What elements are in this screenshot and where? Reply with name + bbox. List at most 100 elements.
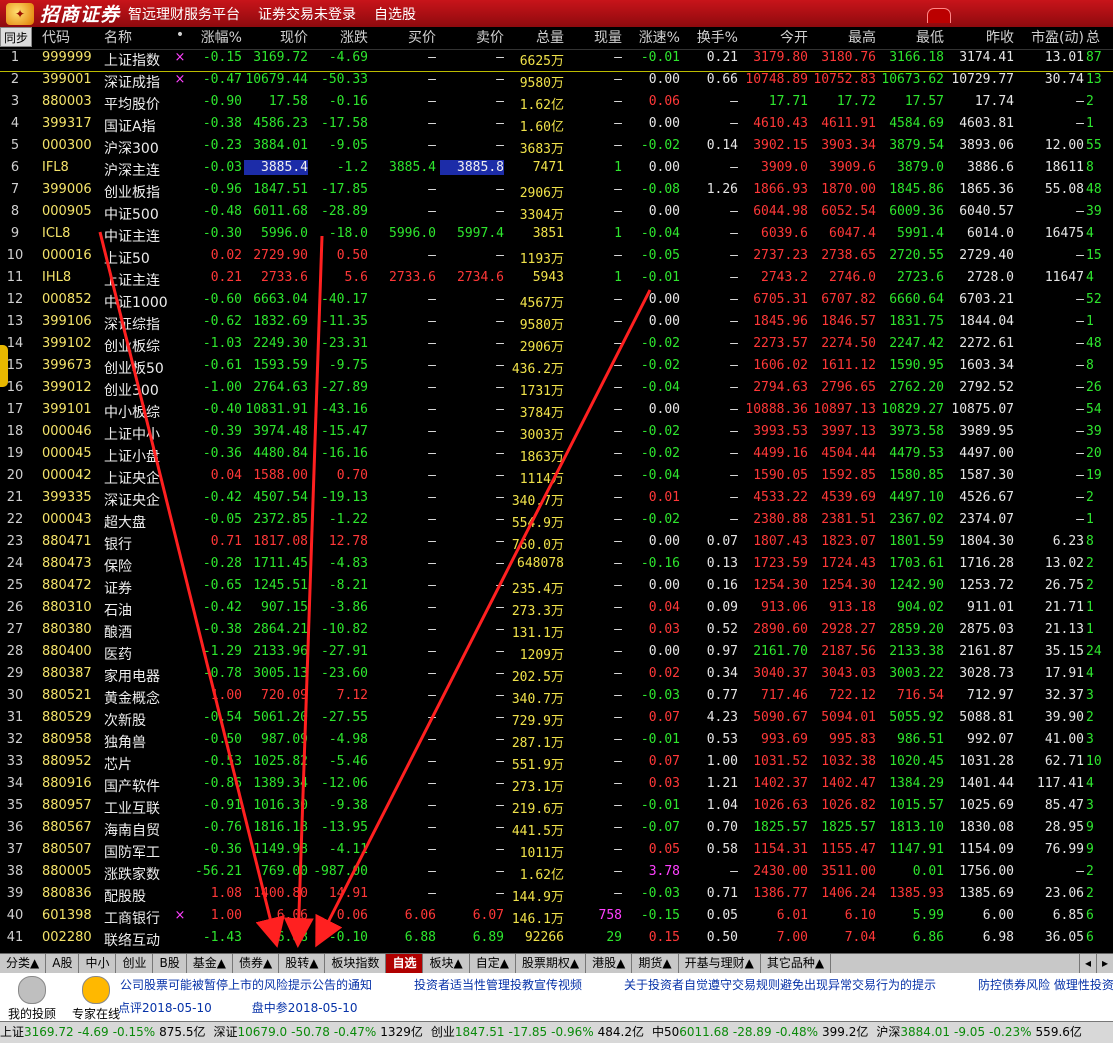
news-link[interactable]: 关于投资者自觉遵守交易规则避免出现异常交易行为的提示 [624, 978, 936, 992]
table-row[interactable]: 4 399317 国证A指 -0.38 4586.23 -17.58– –1.60亿 –0.0… [0, 116, 1113, 138]
column-header[interactable]: 换手% [682, 27, 738, 47]
column-header[interactable]: 昨收 [946, 27, 1014, 47]
cell: 19 [1086, 468, 1102, 483]
dropdown-icon[interactable] [927, 8, 951, 23]
table-row[interactable]: 13 399106 深证综指 -0.62 1832.69 -11.35– –9580万 –0.… [0, 314, 1113, 336]
category-tab-bar: 分类▲ A股 中小 创业 B股 基金▲ 债券▲ 股转▲ 板块指数 自选 板块▲ 自定▲ 股票期权▲ 港股▲… [0, 953, 1113, 974]
news-link[interactable]: 公司股票可能被暂停上市的风险提示公告的通知 [120, 978, 372, 992]
column-header[interactable]: 现价 [244, 27, 308, 47]
status-index[interactable]: 中506011.68 -28.89 -0.48% 399.2亿 [652, 1025, 872, 1039]
tab-item[interactable]: 分类▲ [0, 954, 47, 974]
tab-item[interactable]: 板块▲ [423, 954, 470, 974]
table-row[interactable]: 41 002280 联络互动 -1.43 6.88 -0.10 6.88 6.89 92266 2… [0, 930, 1113, 950]
table-row[interactable]: 2 399001 深证成指 × -0.47 10679.44 -50.33– –9580万 –0… [0, 72, 1113, 94]
tab-item[interactable]: 开基与理财▲ [679, 954, 761, 974]
status-index[interactable]: 上证3169.72 -4.69 -0.15% 875.5亿 [0, 1025, 210, 1039]
column-header[interactable]: 涨幅% [190, 27, 242, 47]
tab-scroll-right-icon[interactable]: ▸ [1096, 954, 1113, 974]
tab-item[interactable]: 股票期权▲ [516, 954, 587, 974]
column-header[interactable]: 卖价 [440, 27, 504, 47]
table-row[interactable]: 21 399335 深证央企 -0.42 4507.54 -19.13– –340.7万 –0… [0, 490, 1113, 512]
tab-item[interactable]: 港股▲ [586, 954, 633, 974]
cell: 436.2万 [511, 362, 564, 377]
cell: 5090.67 [753, 710, 808, 725]
column-header[interactable]: 买价 [370, 27, 436, 47]
table-row[interactable]: 28 880400 医药 -1.29 2133.96 -27.91– –1209万 –0.00… [0, 644, 1113, 666]
table-row[interactable]: 24 880473 保险 -0.28 1711.45 -4.83– –648078– -0.1… [0, 556, 1113, 578]
status-index[interactable]: 深证10679.0 -50.78 -0.47% 1329亿 [214, 1025, 427, 1039]
menu-watchlist[interactable]: 自选股 [374, 4, 416, 24]
column-header[interactable]: 最低 [876, 27, 944, 47]
tab-item[interactable]: 期货▲ [632, 954, 679, 974]
table-row[interactable]: 10 000016 上证50 0.02 2729.90 0.50– –1193万 – -0.05… [0, 248, 1113, 270]
tab-item[interactable]: 自定▲ [470, 954, 516, 974]
column-header[interactable]: 最高 [810, 27, 876, 47]
table-row[interactable]: 26 880310 石油 -0.42 907.15 -3.86– –273.3万 –0.04 0… [0, 600, 1113, 622]
table-row[interactable]: 9 ICL8 中证主连 -0.30 5996.0 -18.0 5996.0 5997.4 385… [0, 226, 1113, 248]
table-row[interactable]: 14 399102 创业板综 -1.03 2249.30 -23.31– –2906万 – -0… [0, 336, 1113, 358]
table-row[interactable]: 38 880005 涨跌家数 -56.21 769.00 -987.00– –1.62亿 –3… [0, 864, 1113, 886]
news-link[interactable]: 防控债券风险 做理性投资 [978, 978, 1113, 992]
table-row[interactable]: 33 880952 芯片 -0.53 1025.82 -5.46– –551.9万 –0.07… [0, 754, 1113, 776]
table-row[interactable]: 30 880521 黄金概念 1.00 720.09 7.12– –340.7万 – -0.03… [0, 688, 1113, 710]
status-index[interactable]: 创业1847.51 -17.85 -0.96% 484.2亿 [431, 1025, 648, 1039]
table-row[interactable]: 27 880380 酿酒 -0.38 2864.21 -10.82– –131.1万 –0.0… [0, 622, 1113, 644]
review-link[interactable]: 点评2018-05-10 [118, 1001, 212, 1015]
review-link[interactable]: 盘中参2018-05-10 [252, 1001, 358, 1015]
table-row[interactable]: 19 000045 上证小盘 -0.36 4480.84 -16.16– –1863万 – -0… [0, 446, 1113, 468]
column-header[interactable]: 今开 [740, 27, 808, 47]
panel-expand-icon[interactable] [0, 345, 8, 387]
table-row[interactable]: 7 399006 创业板指 -0.96 1847.51 -17.85– –2906万 – -0.… [0, 182, 1113, 204]
tab-item[interactable]: 创业 [116, 954, 154, 974]
column-header[interactable]: 总量 [506, 27, 564, 47]
table-row[interactable]: 31 880529 次新股 -0.54 5061.20 -27.55– –729.9万 –0.… [0, 710, 1113, 732]
tab-item[interactable]: 债券▲ [233, 954, 280, 974]
table-row[interactable]: 29 880387 家用电器 -0.78 3005.13 -23.60– –202.5万 –0… [0, 666, 1113, 688]
column-header[interactable]: 总 [1086, 27, 1113, 47]
column-header[interactable]: 市盈(动) [1016, 27, 1084, 47]
menu-trade-login[interactable]: 证券交易未登录 [258, 4, 356, 24]
tab-scroll-left-icon[interactable]: ◂ [1079, 954, 1096, 974]
table-row[interactable]: 39 880836 配股股 1.08 1400.80 14.91– –144.9万 – -0.0… [0, 886, 1113, 908]
table-row[interactable]: 1 999999 上证指数 × -0.15 3169.72 -4.69– –6625万 – -0.… [0, 50, 1113, 72]
table-row[interactable]: 22 000043 超大盘 -0.05 2372.85 -1.22– –554.9万 – -0.… [0, 512, 1113, 534]
table-row[interactable]: 40 601398 工商银行 × 1.00 6.06 0.06 6.06 6.07 146.1万 7… [0, 908, 1113, 930]
table-row[interactable]: 25 880472 证券 -0.65 1245.51 -8.21– –235.4万 –0.00… [0, 578, 1113, 600]
table-row[interactable]: 5 000300 沪深300 -0.23 3884.01 -9.05– –3683万 – -0.… [0, 138, 1113, 160]
column-header[interactable]: 涨跌 [310, 27, 368, 47]
table-row[interactable]: 32 880958 独角兽 -0.50 987.09 -4.98– –287.1万 – -0.0… [0, 732, 1113, 754]
table-row[interactable]: 18 000046 上证中小 -0.39 3974.48 -15.47– –3003万 – -0… [0, 424, 1113, 446]
tab-item[interactable]: 基金▲ [187, 954, 233, 974]
tab-item[interactable]: A股 [46, 954, 80, 974]
column-header[interactable]: • [170, 27, 190, 43]
tab-item[interactable]: B股 [153, 954, 187, 974]
table-row[interactable]: 37 880507 国防军工 -0.36 1149.98 -4.11– –1011万 –0.0… [0, 842, 1113, 864]
column-header[interactable]: 现量 [566, 27, 622, 47]
news-link[interactable]: 投资者适当性管理投教宣传视频 [414, 978, 582, 992]
table-row[interactable]: 35 880957 工业互联 -0.91 1016.30 -9.38– –219.6万 – -0… [0, 798, 1113, 820]
table-row[interactable]: 20 000042 上证央企 0.04 1588.00 0.70– –1114万 – -0.04… [0, 468, 1113, 490]
cell: 1731万 [519, 384, 564, 399]
tab-item[interactable]: 板块指数 [325, 954, 387, 974]
tab-item[interactable]: 自选 [386, 954, 424, 974]
table-row[interactable]: 16 399012 创业300 -1.00 2764.63 -27.89– –1731万 – -… [0, 380, 1113, 402]
table-row[interactable]: 36 880567 海南自贸 -0.76 1816.18 -13.95– –441.5万 – -… [0, 820, 1113, 842]
table-row[interactable]: 3 880003 平均股价 -0.90 17.58 -0.16– –1.62亿 –0.06–1… [0, 94, 1113, 116]
table-row[interactable]: 15 399673 创业板50 -0.61 1593.59 -9.75– –436.2万 – -… [0, 358, 1113, 380]
my-advisor-button[interactable]: 我的投顾 [0, 973, 64, 1021]
table-row[interactable]: 11 IHL8 上证主连 0.21 2733.6 5.6 2733.6 2734.6 5943 1… [0, 270, 1113, 292]
table-row[interactable]: 6 IFL8 沪深主连 -0.03 3885.4 -1.2 3885.4 3885.8 7471… [0, 160, 1113, 182]
table-row[interactable]: 34 880916 国产软件 -0.86 1389.34 -12.06– –273.1万 –0… [0, 776, 1113, 798]
column-header[interactable]: 代码 [42, 27, 102, 47]
tab-item[interactable]: 股转▲ [279, 954, 326, 974]
column-header[interactable]: 名称 [104, 27, 170, 47]
column-header[interactable]: 涨速% [624, 27, 680, 47]
tab-item[interactable]: 中小 [79, 954, 117, 974]
table-row[interactable]: 12 000852 中证1000 -0.60 6663.04 -40.17– –4567万 –… [0, 292, 1113, 314]
sync-button[interactable]: 同步 [0, 27, 32, 47]
table-row[interactable]: 17 399101 中小板综 -0.40 10831.91 -43.16– –3784万 –0… [0, 402, 1113, 424]
status-index[interactable]: 沪深3884.01 -9.05 -0.23% 559.6亿 [876, 1025, 1086, 1039]
table-row[interactable]: 8 000905 中证500 -0.48 6011.68 -28.89– –3304万 –0.… [0, 204, 1113, 226]
tab-item[interactable]: 其它品种▲ [761, 954, 832, 974]
table-row[interactable]: 23 880471 银行 0.71 1817.08 12.78– –760.0万 –0.00 0… [0, 534, 1113, 556]
